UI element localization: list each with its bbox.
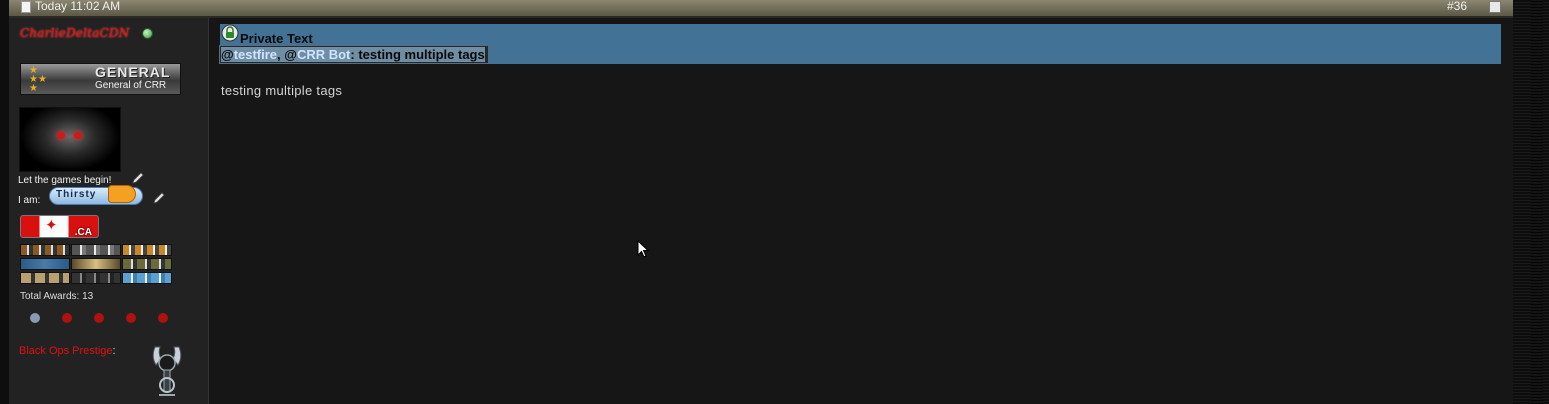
mention-crr-bot-link[interactable]: CRR Bot [296,47,351,62]
rank-subtitle: General of CRR [95,80,167,91]
prestige-emblem-icon [152,346,182,396]
total-awards: Total Awards: 13 [20,291,93,302]
post-icon [21,1,31,13]
award-ribbon[interactable] [71,272,121,284]
mood-label: I am: [18,195,41,206]
post-header: Today 11:02 AM #36 [9,0,1513,18]
user-info-panel: CharlieDeltaCDN ★ ★★ ★ GENERAL General of … [9,18,209,404]
status-message: Let the games begin! [18,175,112,186]
edit-status-pencil-icon[interactable] [131,171,145,185]
prestige-field: Black Ops Prestige: [19,345,116,357]
award-ribbon[interactable] [20,272,70,284]
avatar[interactable] [19,107,121,172]
rank-stars-icon: ★ ★★ ★ [29,65,47,94]
mention-testfire-link[interactable]: testfire [233,47,278,62]
rank-banner: ★ ★★ ★ GENERAL General of CRR [20,63,181,95]
maple-leaf-icon: ✦ [45,217,58,234]
online-status-icon [142,28,153,39]
private-text-title: Private Text [240,31,313,46]
scrollbar-track[interactable] [1531,0,1543,404]
award-ribbon[interactable] [20,244,70,256]
drink-icon [108,185,136,203]
post-message: testing multiple tags [221,83,343,98]
country-code: .CA [74,227,92,238]
post-body: Private Text @testfire, @CRR Bot: testin… [210,18,1512,404]
lock-icon [221,24,239,42]
award-ribbon[interactable] [71,258,121,270]
mention-line: @testfire, @CRR Bot: testing multiple ta… [219,45,489,64]
mood-value: Thirsty [56,189,97,200]
award-page-dot[interactable] [94,313,104,323]
edit-mood-pencil-icon[interactable] [152,191,166,205]
award-page-dot[interactable] [126,313,136,323]
mention-at: @ [221,47,234,62]
award-page-dot-active[interactable] [30,313,40,323]
total-awards-label: Total Awards: [20,291,80,302]
award-page-dot[interactable] [158,313,168,323]
total-awards-count: 13 [82,291,94,302]
mention-separator: , @ [277,47,297,62]
private-text-message: : testing multiple tags [350,47,485,62]
award-ribbon[interactable] [122,258,172,270]
award-ribbon[interactable] [20,258,70,270]
avatar-eye [57,132,65,139]
page-margin [0,0,9,404]
prestige-colon: : [112,345,116,357]
post-date: Today 11:02 AM [35,0,121,13]
prestige-label: Black Ops Prestige [19,345,113,357]
avatar-eye [74,132,82,139]
username-link[interactable]: CharlieDeltaCDN [20,26,129,40]
award-ribbon[interactable] [122,244,172,256]
award-page-dot[interactable] [62,313,72,323]
post-number-link[interactable]: #36 [1447,0,1467,13]
multiquote-checkbox-icon[interactable] [1489,1,1501,13]
award-ribbon[interactable] [71,244,121,256]
mouse-cursor-icon [637,240,650,258]
mood-badge: Thirsty [49,185,143,205]
rank-title: GENERAL [95,64,171,80]
page-edge [1513,0,1549,404]
country-flag: ✦ .CA [20,215,99,238]
award-ribbon[interactable] [122,272,172,284]
private-text-box: Private Text @testfire, @CRR Bot: testin… [219,24,1501,64]
